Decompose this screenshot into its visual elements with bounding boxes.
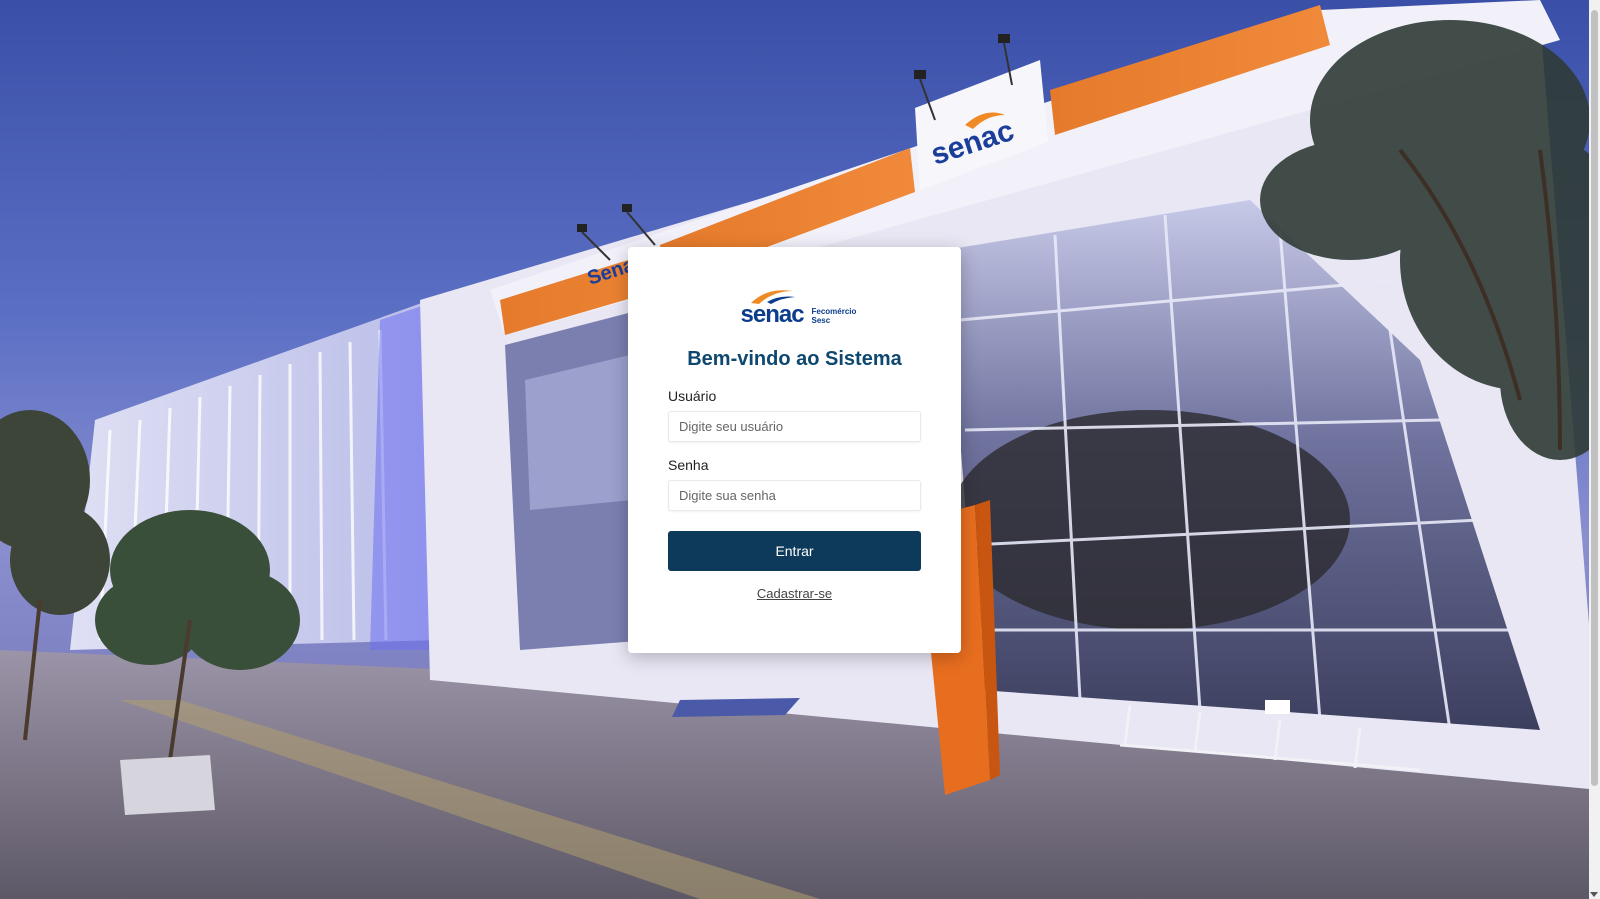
page-title: Bem-vindo ao Sistema [687,348,902,370]
scrollbar-thumb[interactable] [1591,10,1598,786]
logo-brand: senac [740,301,805,328]
login-card: senac Fecomércio Sesc Bem-vindo ao Siste… [628,247,961,653]
username-input[interactable] [668,411,921,442]
scroll-down-arrow-icon[interactable] [1590,892,1598,897]
vertical-scrollbar[interactable] [1589,0,1600,899]
logo-sub-line2: Sesc [811,316,831,325]
password-input[interactable] [668,480,921,511]
login-button[interactable]: Entrar [668,531,921,571]
password-label: Senha [668,457,709,473]
register-link[interactable]: Cadastrar-se [668,586,921,601]
logo-subtitle: Fecomércio Sesc [812,307,857,325]
page: Senac senac senac Fecomércio Sesc Bem-vi… [0,0,1600,899]
logo-sub-line1: Fecomércio [811,307,857,316]
username-label: Usuário [668,388,717,404]
logo-wrap: senac Fecomércio Sesc [668,287,921,329]
senac-logo: senac Fecomércio Sesc [733,287,857,329]
